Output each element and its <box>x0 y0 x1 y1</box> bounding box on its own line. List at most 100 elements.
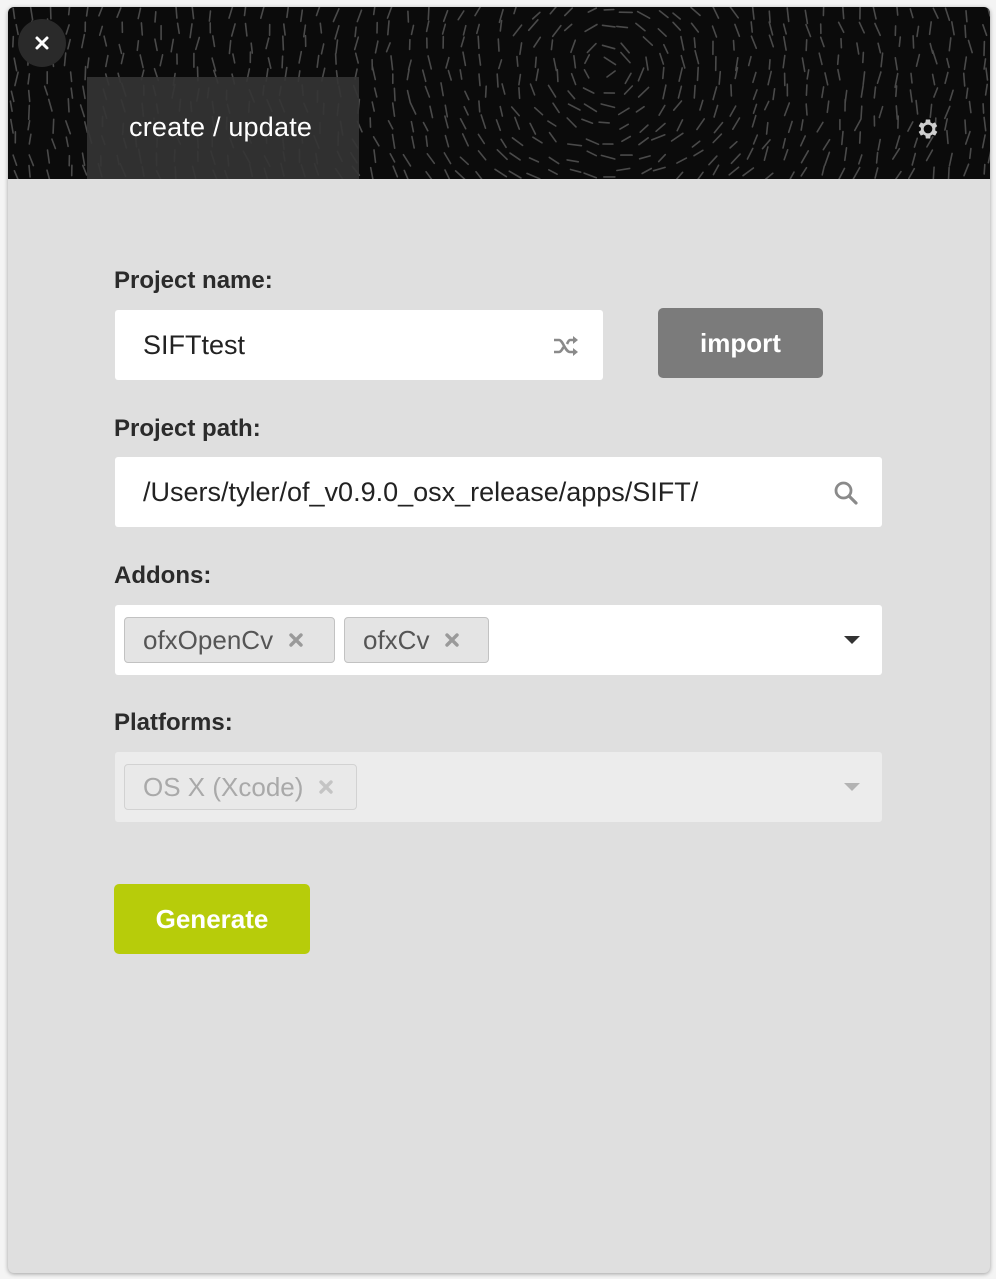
pattern-dash <box>730 84 733 97</box>
pattern-dash <box>857 154 863 165</box>
pattern-dash <box>12 7 16 20</box>
pattern-dash <box>837 68 841 81</box>
pattern-dash <box>853 118 862 132</box>
pattern-dash <box>581 118 594 124</box>
pattern-dash <box>373 87 378 98</box>
pattern-dash <box>915 53 921 68</box>
platforms-select: OS X (Xcode) <box>115 752 882 822</box>
pattern-dash <box>826 100 830 114</box>
pattern-dash <box>963 163 970 177</box>
pattern-dash <box>872 7 877 20</box>
close-button[interactable] <box>18 19 66 67</box>
pattern-dash <box>403 169 409 179</box>
pattern-dash <box>875 151 879 164</box>
pattern-dash <box>392 165 399 178</box>
pattern-dash <box>860 105 863 120</box>
pattern-dash <box>319 22 323 34</box>
pattern-dash <box>118 43 123 55</box>
pattern-dash <box>894 170 902 179</box>
pattern-dash <box>601 44 616 50</box>
pattern-dash <box>696 118 706 131</box>
pattern-dash <box>84 65 87 81</box>
platform-chip-label: OS X (Xcode) <box>143 771 304 802</box>
pattern-dash <box>406 68 410 81</box>
pattern-dash <box>963 56 968 71</box>
pattern-dash <box>805 38 808 52</box>
pattern-dash <box>915 99 919 115</box>
pattern-dash <box>512 24 523 37</box>
pattern-dash <box>582 87 595 94</box>
pattern-dash <box>354 52 360 64</box>
remove-addon-button[interactable] <box>442 630 462 650</box>
platform-chip-osx-xcode: OS X (Xcode) <box>124 764 357 810</box>
pattern-dash <box>426 153 436 165</box>
pattern-dash <box>730 153 741 165</box>
pattern-dash <box>298 50 303 64</box>
pattern-dash <box>514 116 521 130</box>
pattern-dash <box>782 35 787 51</box>
pattern-dash <box>15 23 19 36</box>
project-path-field[interactable] <box>115 457 882 527</box>
pattern-dash <box>763 146 769 161</box>
pattern-dash <box>47 98 53 112</box>
pattern-dash <box>891 147 901 160</box>
pattern-dash <box>570 39 577 54</box>
pattern-dash <box>139 54 144 69</box>
pattern-dash <box>616 167 631 172</box>
pattern-dash <box>267 57 272 70</box>
pattern-dash <box>495 119 502 132</box>
chevron-down-icon <box>844 783 860 791</box>
pattern-dash <box>371 101 376 112</box>
pattern-dash <box>457 10 465 21</box>
pattern-dash <box>746 147 754 160</box>
pattern-dash <box>499 19 503 32</box>
pattern-dash <box>800 150 810 164</box>
pattern-dash <box>699 99 704 111</box>
pattern-dash <box>427 55 433 70</box>
pattern-dash <box>228 39 232 55</box>
pattern-dash <box>499 105 504 117</box>
addon-chip-ofxcv: ofxCv <box>344 617 489 663</box>
browse-path-button[interactable] <box>831 478 861 508</box>
pattern-dash <box>708 155 718 166</box>
close-icon <box>445 633 460 647</box>
project-name-field[interactable] <box>115 310 603 380</box>
remove-addon-button[interactable] <box>286 630 306 650</box>
pattern-dash <box>657 27 667 38</box>
pattern-dash <box>657 153 667 163</box>
pattern-dash <box>818 52 823 66</box>
randomize-name-button[interactable] <box>551 331 581 361</box>
pattern-dash <box>800 166 808 177</box>
project-path-input[interactable] <box>143 457 823 527</box>
pattern-dash <box>459 69 463 80</box>
close-icon <box>319 780 334 794</box>
pattern-dash <box>965 9 968 23</box>
pattern-dash <box>747 55 752 67</box>
settings-button[interactable] <box>912 113 944 145</box>
addons-select[interactable]: ofxOpenCv ofxCv <box>115 605 882 675</box>
pattern-dash <box>932 166 935 179</box>
chevron-down-icon[interactable] <box>842 633 862 647</box>
platforms-label: Platforms: <box>114 709 233 736</box>
pattern-dash <box>475 171 483 179</box>
pattern-dash <box>789 171 795 179</box>
pattern-dash <box>750 35 758 50</box>
pattern-dash <box>983 58 987 70</box>
pattern-dash <box>500 138 507 149</box>
pattern-dash <box>478 100 481 113</box>
pattern-dash <box>712 86 718 101</box>
pattern-dash <box>369 166 374 179</box>
tab-create-update[interactable]: create / update <box>87 77 359 179</box>
header-bar: create / update <box>8 7 990 179</box>
pattern-dash <box>965 87 969 99</box>
pattern-dash <box>948 37 952 52</box>
pattern-dash <box>494 168 508 178</box>
pattern-dash <box>983 163 986 175</box>
pattern-dash <box>421 69 427 83</box>
project-name-input[interactable] <box>143 310 543 380</box>
pattern-dash <box>372 7 376 16</box>
pattern-dash <box>334 52 337 65</box>
import-button[interactable]: import <box>658 308 823 378</box>
pattern-dash <box>636 10 651 19</box>
generate-button[interactable]: Generate <box>114 884 310 954</box>
